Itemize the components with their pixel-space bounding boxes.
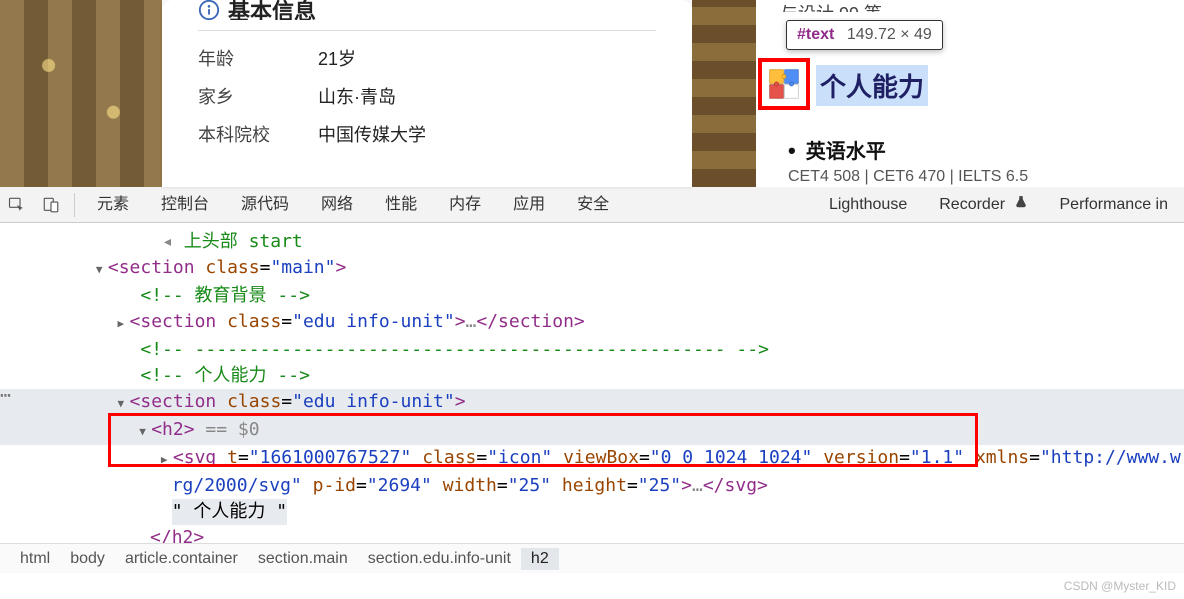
tab-recorder-label: Recorder — [939, 196, 1005, 213]
english-level-section: 英语水平 — [788, 135, 886, 164]
puzzle-icon — [767, 67, 801, 101]
card-title-text: 基本信息 — [228, 0, 316, 20]
crumb-section-edu[interactable]: section.edu.info-unit — [358, 548, 521, 570]
tab-memory[interactable]: 内存 — [433, 187, 497, 223]
flask-icon — [1014, 187, 1028, 223]
info-row-age: 年龄 21岁 — [198, 45, 656, 71]
crumb-h2[interactable]: h2 — [521, 548, 559, 570]
info-label: 本科院校 — [198, 121, 318, 147]
truncated-line: 与设计 99 等 — [780, 0, 1184, 12]
devtools-tabbar: 元素 控制台 源代码 网络 性能 内存 应用 安全 Lighthouse Rec… — [0, 187, 1184, 223]
tab-network[interactable]: 网络 — [305, 187, 369, 223]
tab-security[interactable]: 安全 — [561, 187, 625, 223]
tooltip-dims: 149.72 × 49 — [847, 26, 932, 43]
basic-info-card: 基本信息 年龄 21岁 家乡 山东·青岛 本科院校 中国传媒大学 — [162, 0, 692, 187]
dom-line-selected[interactable]: <h2> == $0 — [0, 417, 1184, 445]
info-value: 21岁 — [318, 45, 356, 71]
card-divider — [198, 30, 656, 31]
bullet-sub-partial: CET4 508 | CET6 470 | IELTS 6.5 — [788, 168, 1028, 186]
dom-line[interactable]: <section class="edu info-unit"> — [0, 389, 1184, 417]
tab-application[interactable]: 应用 — [497, 187, 561, 223]
page-preview: 基本信息 年龄 21岁 家乡 山东·青岛 本科院校 中国传媒大学 与设计 99 … — [0, 0, 1184, 187]
crumb-body[interactable]: body — [60, 548, 115, 570]
info-label: 年龄 — [198, 45, 318, 71]
dom-line-svg[interactable]: rg/2000/svg" p-id="2694" width="25" heig… — [0, 473, 1184, 499]
highlighted-icon-box — [758, 58, 810, 110]
overflow-ellipsis: ⋯ — [0, 383, 11, 409]
crumb-html[interactable]: html — [10, 548, 60, 570]
tab-performance[interactable]: 性能 — [369, 187, 433, 223]
info-row-hometown: 家乡 山东·青岛 — [198, 83, 656, 109]
dom-line[interactable]: <section class="edu info-unit">…</sectio… — [0, 309, 1184, 337]
watermark: CSDN @Myster_KID — [1064, 579, 1176, 593]
crumb-article[interactable]: article.container — [115, 548, 248, 570]
tooltip-node: #text — [797, 26, 834, 43]
inspect-element-button[interactable] — [0, 188, 34, 222]
tab-console[interactable]: 控制台 — [145, 187, 225, 223]
inspect-tooltip: #text 149.72 × 49 — [786, 20, 943, 50]
dom-line[interactable]: <!-- 教育背景 --> — [0, 283, 1184, 309]
dom-line[interactable]: ◂ 上头部 start — [0, 229, 1184, 255]
info-row-school: 本科院校 中国传媒大学 — [198, 121, 656, 147]
preview-bg-left — [0, 0, 162, 187]
info-label: 家乡 — [198, 83, 318, 109]
bullet-heading: 英语水平 — [788, 135, 886, 164]
dom-line-svg[interactable]: <svg t="1661000767527" class="icon" view… — [0, 445, 1184, 473]
ability-heading-highlighted: 个人能力 — [816, 65, 928, 106]
info-value: 中国传媒大学 — [318, 121, 426, 147]
decorative-bg — [0, 0, 162, 187]
tab-sources[interactable]: 源代码 — [225, 187, 305, 223]
breadcrumb-bar: html body article.container section.main… — [0, 543, 1184, 573]
dom-line[interactable]: </h2> — [0, 525, 1184, 543]
dom-line[interactable]: <!-- -----------------------------------… — [0, 337, 1184, 363]
card-title: 基本信息 — [198, 0, 656, 20]
elements-panel[interactable]: ◂ 上头部 start <section class="main"> <!-- … — [0, 223, 1184, 543]
crumb-section-main[interactable]: section.main — [248, 548, 358, 570]
dom-text-node[interactable]: " 个人能力 " — [0, 499, 1184, 525]
dom-line[interactable]: <section class="main"> — [0, 255, 1184, 283]
tab-perf-insights[interactable]: Performance in — [1044, 187, 1184, 223]
tab-elements[interactable]: 元素 — [81, 187, 145, 223]
dom-line[interactable]: <!-- 个人能力 --> — [0, 363, 1184, 389]
preview-bg-mid — [692, 0, 756, 187]
toolbar-separator — [74, 193, 75, 217]
tab-lighthouse[interactable]: Lighthouse — [813, 187, 923, 223]
device-toolbar-button[interactable] — [34, 188, 68, 222]
tab-recorder[interactable]: Recorder — [923, 187, 1043, 223]
info-icon — [198, 0, 220, 20]
info-value: 山东·青岛 — [318, 83, 396, 109]
